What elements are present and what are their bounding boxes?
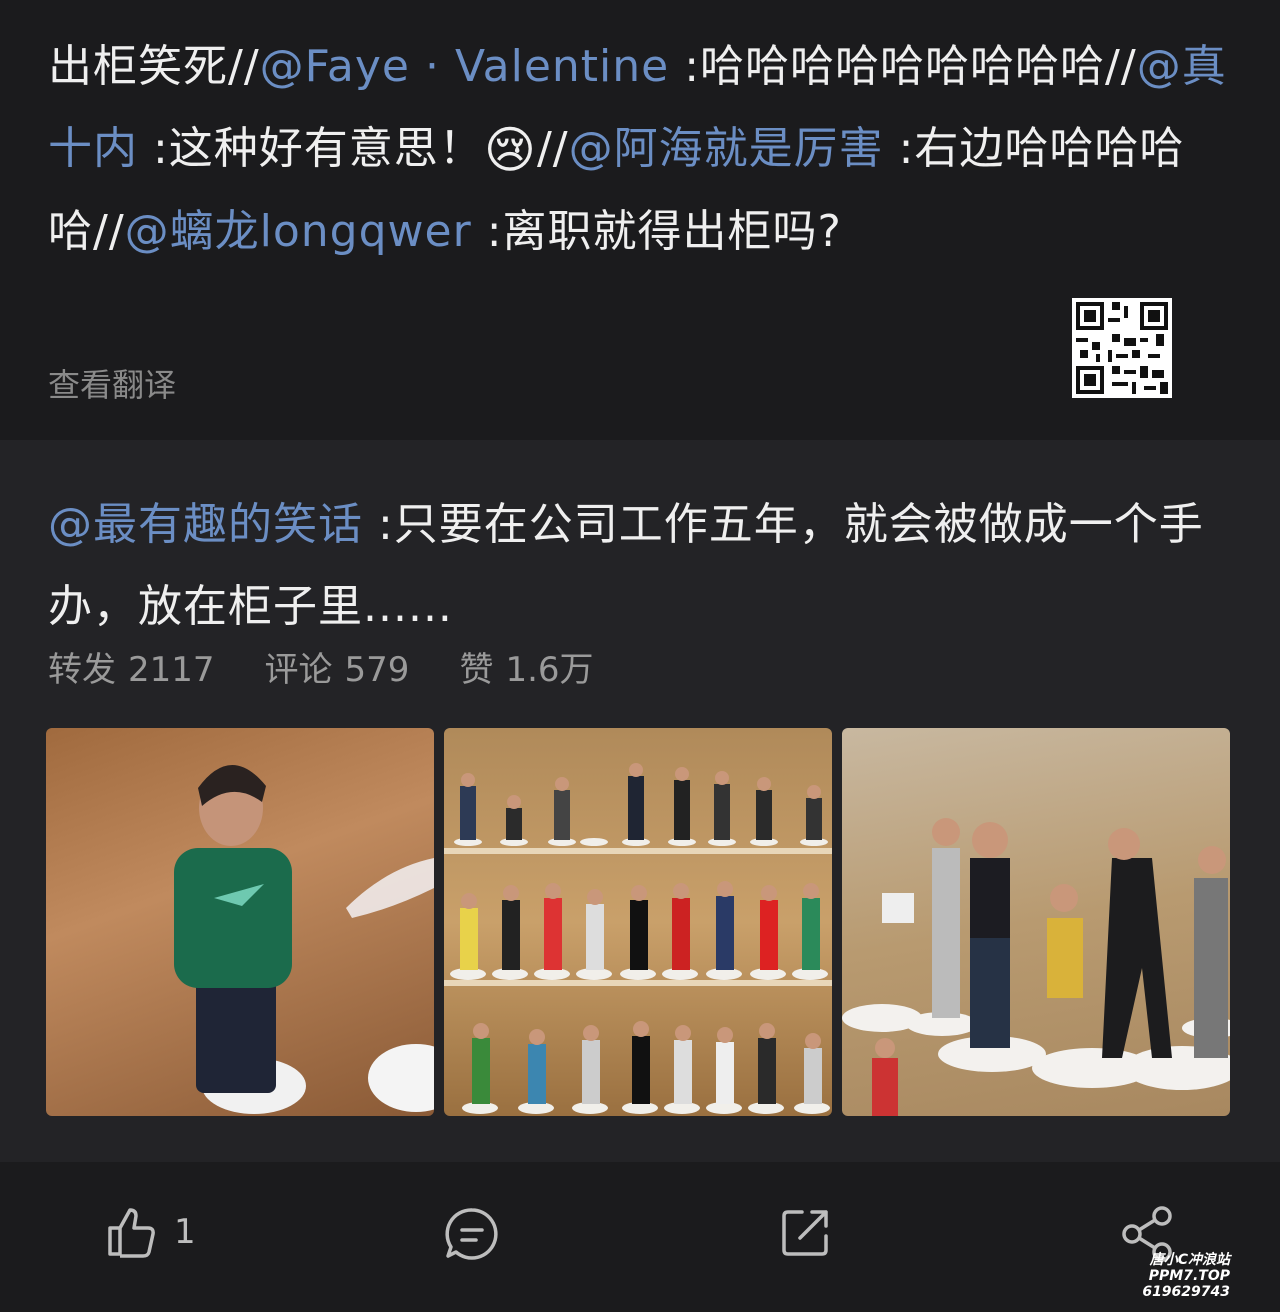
repost-stat[interactable]: 转发 2117 [48,642,215,691]
mention-link[interactable]: @螭龙longqwer [125,206,472,257]
action-bar: 1 唐小C冲浪站 PPM7.TOP 619629743 [0,1162,1280,1312]
figurine-group-photo-icon [842,818,1230,1116]
like-count: 1.6万 [505,650,594,690]
text-segment: :这种好有意思！ [138,123,484,174]
thumbs-up-icon [108,1208,155,1258]
text-segment: 出柜笑死// [48,41,260,92]
figurine-shelf-photo-icon [444,763,832,1114]
watermark: 唐小C冲浪站 PPM7.TOP 619629743 [1142,1252,1230,1300]
mention-link[interactable]: @最有趣的笑话 [48,499,363,550]
crying-emoji-icon: 😢 [483,121,537,179]
watermark-line: 唐小C冲浪站 [1149,1252,1230,1268]
text-segment: :哈哈哈哈哈哈哈哈哈// [669,41,1137,92]
post-image-2[interactable] [444,728,832,1116]
like-stat[interactable]: 赞 1.6万 [459,642,593,691]
like-label: 赞 [459,650,494,690]
text-segment: :离职就得出柜吗? [471,206,842,257]
mention-link[interactable]: @阿海就是厉害 [569,123,884,174]
watermark-line: 619629743 [1142,1284,1230,1300]
original-post-card[interactable]: @最有趣的笑话 :只要在公司工作五年，就会被做成一个手办，放在柜子里......… [0,440,1280,1162]
comment-stat[interactable]: 评论 579 [265,642,410,691]
comment-label: 评论 [264,650,333,690]
repost-count: 2117 [128,650,215,690]
repost-section: 出柜笑死//@Faye · Valentine :哈哈哈哈哈哈哈哈哈//@真十内… [0,0,1280,440]
image-grid [46,728,1230,1116]
text-segment: // [536,123,569,174]
post-image-1[interactable] [46,728,434,1116]
watermark-line: PPM7.TOP [1148,1268,1230,1284]
post-stats: 转发 2117 评论 579 赞 1.6万 [48,642,594,691]
repost-label: 转发 [48,650,116,690]
translate-link[interactable]: 查看翻译 [48,360,176,406]
like-action-count: 1 [174,1212,196,1252]
comment-count: 579 [344,650,410,690]
repost-button[interactable] [778,1204,834,1260]
repost-text: 出柜笑死//@Faye · Valentine :哈哈哈哈哈哈哈哈哈//@真十内… [48,26,1238,273]
like-button[interactable]: 1 [104,1204,196,1260]
original-post-text: @最有趣的笑话 :只要在公司工作五年，就会被做成一个手办，放在柜子里...... [48,484,1238,648]
qr-code-icon [1072,298,1172,398]
comment-icon [445,1208,498,1260]
figurine-single-photo-icon [174,764,434,1114]
mention-link[interactable]: @Faye · Valentine [260,41,670,92]
comment-button[interactable] [442,1204,502,1264]
post-image-3[interactable] [842,728,1230,1116]
share-out-icon [782,1210,828,1256]
